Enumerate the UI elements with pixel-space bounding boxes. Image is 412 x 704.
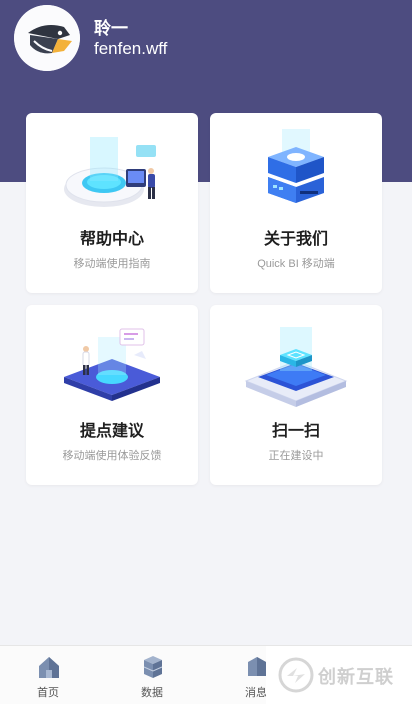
card-subtitle: 移动端使用体验反馈 [62, 450, 162, 462]
tab-label: 数据 [141, 686, 163, 699]
avatar[interactable] [14, 5, 80, 71]
data-icon [143, 656, 163, 678]
card-title: 关于我们 [263, 229, 328, 248]
watermark-logo-icon [278, 657, 314, 693]
user-id: fenfen.wff [94, 39, 168, 58]
scan-illustration-icon [244, 327, 348, 407]
card-title: 扫一扫 [271, 421, 320, 440]
card-title: 帮助中心 [79, 229, 144, 248]
card-subtitle: 正在建设中 [268, 450, 324, 462]
card-subtitle: 移动端使用指南 [73, 258, 151, 270]
watermark-text: 创新互联 [318, 667, 394, 688]
avatar-bird-icon [14, 5, 80, 71]
tab-data[interactable]: 数据 [117, 646, 187, 704]
about-us-illustration-icon [268, 129, 324, 203]
home-icon [39, 657, 59, 678]
card-title: 提点建议 [79, 421, 144, 440]
help-center-card[interactable]: 帮助中心 移动端使用指南 [26, 113, 198, 293]
feedback-card[interactable]: 提点建议 移动端使用体验反馈 [26, 305, 198, 485]
scan-card[interactable]: 扫一扫 正在建设中 [210, 305, 382, 485]
card-subtitle: Quick BI 移动端 [257, 258, 335, 270]
watermark: 创新互联 [266, 646, 412, 704]
user-name: 聆一 [94, 19, 128, 39]
tab-label: 首页 [37, 686, 59, 699]
help-center-illustration-icon [64, 137, 156, 207]
feedback-illustration-icon [64, 328, 160, 401]
tab-home[interactable]: 首页 [13, 646, 83, 704]
about-us-card[interactable]: 关于我们 Quick BI 移动端 [210, 113, 382, 293]
